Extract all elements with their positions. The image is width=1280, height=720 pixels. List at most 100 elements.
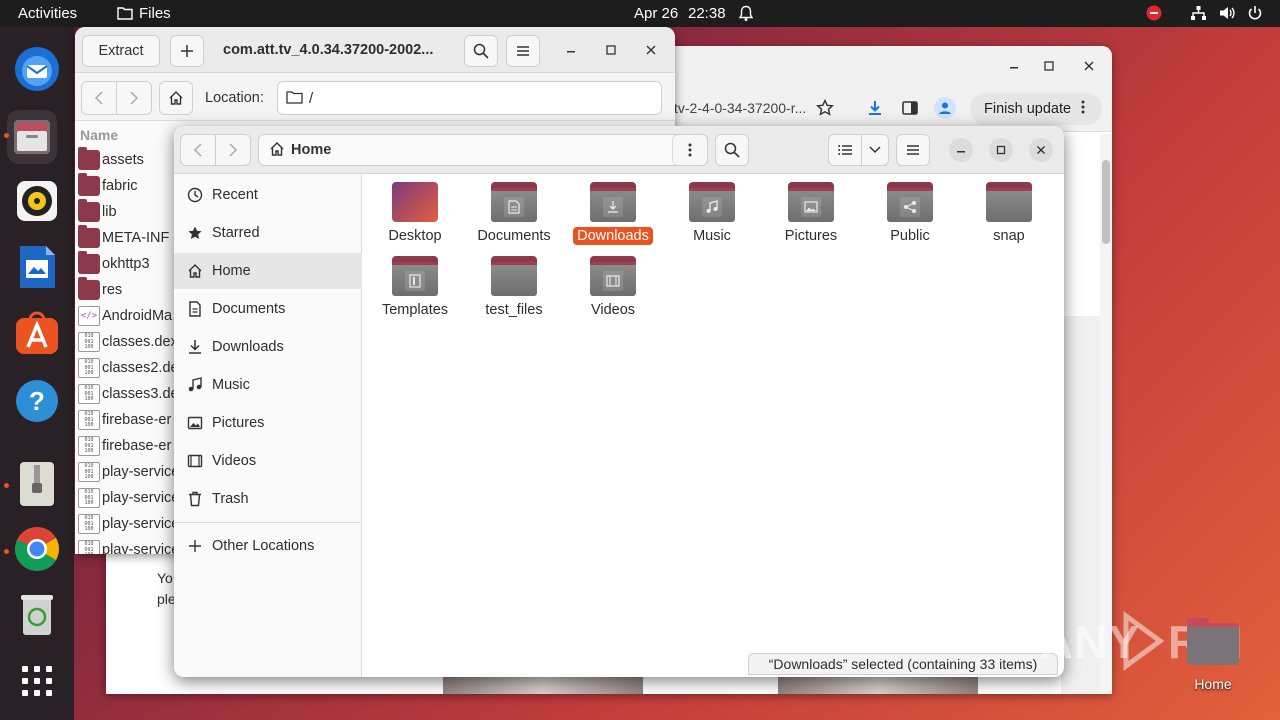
- sidebar-item-home[interactable]: Home: [174, 253, 362, 289]
- list-view-button[interactable]: [828, 134, 862, 166]
- thunderbird-icon[interactable]: [13, 45, 61, 93]
- video-icon: [186, 453, 204, 469]
- folder-item-snap[interactable]: snap: [960, 182, 1058, 256]
- app-menu[interactable]: Files: [139, 5, 171, 22]
- do-not-disturb-icon[interactable]: [1146, 5, 1162, 25]
- archive-file-row[interactable]: 010 001 100 classes.dex: [75, 329, 175, 355]
- clock-time[interactable]: 22:38: [688, 5, 726, 22]
- sidebar-item-downloads[interactable]: Downloads: [174, 329, 362, 365]
- view-options-chevron-icon[interactable]: [861, 134, 889, 166]
- folder-item-videos[interactable]: Videos: [564, 256, 662, 330]
- sidebar-item-trash[interactable]: Trash: [174, 481, 362, 517]
- archive-file-row[interactable]: 010001100play-service: [75, 537, 175, 554]
- extract-button[interactable]: Extract: [82, 35, 160, 67]
- archive-file-row[interactable]: assets: [75, 147, 175, 173]
- home-icon: [186, 263, 204, 279]
- archive-file-row[interactable]: 010001100play-service: [75, 459, 175, 485]
- path-menu-button[interactable]: [672, 134, 708, 166]
- minimize-button[interactable]: [1002, 54, 1026, 78]
- sidebar-item-recent[interactable]: Recent: [174, 177, 362, 213]
- folder-item-desktop[interactable]: Desktop: [366, 182, 464, 256]
- activities-button[interactable]: Activities: [18, 5, 77, 22]
- maximize-button[interactable]: [1037, 54, 1061, 78]
- back-button[interactable]: [81, 81, 117, 115]
- archive-file-row[interactable]: 010 001 100 classes2.de: [75, 355, 175, 381]
- music-icon: [186, 377, 204, 393]
- archive-file-name: play-service: [102, 464, 175, 480]
- clock-date[interactable]: Apr 26: [634, 5, 678, 22]
- archive-file-row[interactable]: 010 001 100 firebase-er: [75, 407, 175, 433]
- address-bar-text[interactable]: tv-2-4-0-34-37200-r...: [674, 100, 806, 116]
- archive-file-row[interactable]: lib: [75, 199, 175, 225]
- bookmark-star-icon[interactable]: [815, 98, 835, 120]
- sidebar-item-label: Downloads: [212, 339, 284, 355]
- trash-dock-icon[interactable]: [13, 590, 61, 638]
- sidebar-item-pictures[interactable]: Pictures: [174, 405, 362, 441]
- forward-button[interactable]: [215, 134, 251, 166]
- menu-button[interactable]: [506, 35, 540, 67]
- maximize-button[interactable]: [989, 138, 1013, 162]
- close-button[interactable]: [1029, 138, 1053, 162]
- picture-icon: [186, 415, 204, 431]
- maximize-button[interactable]: [599, 38, 623, 62]
- forward-button[interactable]: [116, 81, 152, 115]
- minimize-button[interactable]: [949, 138, 973, 162]
- profile-avatar-icon[interactable]: [934, 97, 956, 119]
- archive-file-row[interactable]: fabric: [75, 173, 175, 199]
- libreoffice-writer-icon[interactable]: [13, 243, 61, 291]
- name-column-header[interactable]: Name: [80, 127, 118, 143]
- chrome-icon[interactable]: [13, 525, 61, 573]
- sidebar-item-starred[interactable]: Starred: [174, 215, 362, 251]
- archive-file-row[interactable]: okhttp3: [75, 251, 175, 277]
- sidebar-item-videos[interactable]: Videos: [174, 443, 362, 479]
- running-indicator: [4, 549, 9, 554]
- rhythmbox-icon[interactable]: [13, 177, 61, 225]
- help-icon[interactable]: ?: [13, 377, 61, 425]
- power-icon[interactable]: [1247, 5, 1263, 25]
- path-home-crumb[interactable]: Home: [291, 142, 331, 158]
- archive-file-row[interactable]: META-INF: [75, 225, 175, 251]
- folder-item-music[interactable]: Music: [663, 182, 761, 256]
- minimize-button[interactable]: [559, 38, 583, 62]
- search-button[interactable]: [464, 35, 498, 67]
- menu-button[interactable]: [896, 134, 930, 166]
- side-panel-icon[interactable]: [901, 99, 919, 120]
- back-button[interactable]: [180, 134, 216, 166]
- search-button[interactable]: [715, 134, 749, 166]
- files-window: Home Recent Starred Home Documents Downloads…: [174, 126, 1064, 677]
- volume-icon[interactable]: [1219, 5, 1236, 25]
- archive-file-row[interactable]: 010 001 100 classes3.de: [75, 381, 175, 407]
- network-icon[interactable]: [1190, 5, 1207, 25]
- archive-file-row[interactable]: 010 001 100 firebase-er: [75, 433, 175, 459]
- archive-file-row[interactable]: </> AndroidMa: [75, 303, 175, 329]
- notification-bell-icon[interactable]: [738, 5, 754, 26]
- files-dock-icon[interactable]: [7, 110, 57, 164]
- app-center-icon[interactable]: [13, 309, 61, 357]
- path-bar[interactable]: Home: [258, 134, 708, 166]
- download-icon[interactable]: [866, 99, 884, 120]
- sidebar-item-other-locations[interactable]: Other Locations: [174, 528, 362, 564]
- sidebar-item-music[interactable]: Music: [174, 367, 362, 403]
- close-button[interactable]: [1077, 54, 1101, 78]
- folder-item-test-files[interactable]: test_files: [465, 256, 563, 330]
- folder-label: Documents: [477, 228, 551, 244]
- close-button[interactable]: [639, 38, 663, 62]
- folder-item-downloads[interactable]: Downloads: [564, 182, 662, 256]
- archive-file-row[interactable]: 010001100play-service: [75, 511, 175, 537]
- archive-manager-icon[interactable]: [13, 460, 61, 508]
- folder-label: Videos: [590, 302, 636, 318]
- folder-item-pictures[interactable]: Pictures: [762, 182, 860, 256]
- sidebar-item-documents[interactable]: Documents: [174, 291, 362, 327]
- sidebar-item-label: Music: [212, 377, 250, 393]
- folder-item-templates[interactable]: Templates: [366, 256, 464, 330]
- folder-item-public[interactable]: Public: [861, 182, 959, 256]
- add-files-button[interactable]: [170, 35, 204, 67]
- finish-update-button[interactable]: Finish update: [970, 93, 1102, 125]
- show-apps-icon[interactable]: [13, 657, 61, 705]
- location-field[interactable]: /: [277, 81, 662, 115]
- desktop-home-shortcut[interactable]: Home: [1183, 618, 1243, 698]
- archive-file-row[interactable]: 010001100play-service: [75, 485, 175, 511]
- archive-file-row[interactable]: res: [75, 277, 175, 303]
- home-button[interactable]: [159, 81, 193, 115]
- folder-item-documents[interactable]: Documents: [465, 182, 563, 256]
